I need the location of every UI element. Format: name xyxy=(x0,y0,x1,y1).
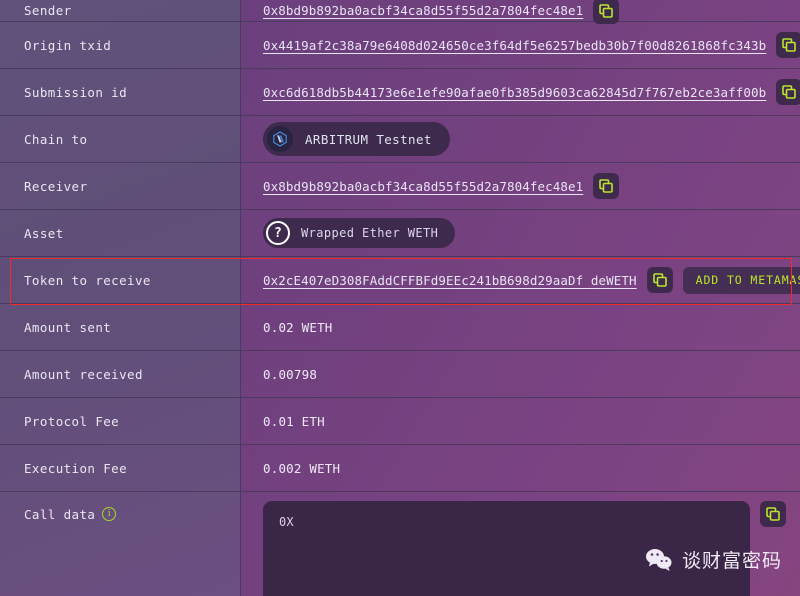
amount-received-value: 0.00798 xyxy=(263,367,317,382)
table-row-origin-txid: Origin txid 0x4419af2c38a79e6408d024650c… xyxy=(0,22,800,69)
copy-icon xyxy=(782,38,796,52)
copy-submission-id-button[interactable] xyxy=(776,79,800,105)
table-row-execution-fee: Execution Fee 0.002 WETH xyxy=(0,445,800,492)
table-row-token-to-receive: Token to receive 0x2cE407eD308FAddCFFBFd… xyxy=(0,257,800,304)
receiver-address-link[interactable]: 0x8bd9b892ba0acbf34ca8d55f55d2a7804fec48… xyxy=(263,179,583,194)
row-label-sender: Sender xyxy=(0,0,241,21)
sender-address-link[interactable]: 0x8bd9b892ba0acbf34ca8d55f55d2a7804fec48… xyxy=(263,3,583,18)
row-value-asset: ? Wrapped Ether WETH xyxy=(241,210,800,256)
asset-badge: ? Wrapped Ether WETH xyxy=(263,218,455,248)
label-text: Execution Fee xyxy=(24,461,127,476)
chain-badge: ARBITRUM Testnet xyxy=(263,122,450,156)
row-label-call-data: Call data i xyxy=(0,492,241,596)
origin-txid-link[interactable]: 0x4419af2c38a79e6408d024650ce3f64df5e625… xyxy=(263,38,766,53)
row-value-sender: 0x8bd9b892ba0acbf34ca8d55f55d2a7804fec48… xyxy=(241,0,800,21)
label-text: Sender xyxy=(24,3,72,18)
copy-icon xyxy=(766,507,780,521)
table-row-amount-received: Amount received 0.00798 xyxy=(0,351,800,398)
row-label-submission-id: Submission id xyxy=(0,69,241,115)
copy-icon xyxy=(599,4,613,18)
arbitrum-logo-icon xyxy=(267,126,293,152)
row-label-receiver: Receiver xyxy=(0,163,241,209)
copy-icon xyxy=(653,273,667,287)
row-label-amount-received: Amount received xyxy=(0,351,241,397)
table-row-amount-sent: Amount sent 0.02 WETH xyxy=(0,304,800,351)
row-value-call-data: 0X xyxy=(241,492,800,596)
row-value-token-to-receive: 0x2cE407eD308FAddCFFBFd9EEc241bB698d29aa… xyxy=(241,257,800,303)
label-text: Asset xyxy=(24,226,64,241)
table-row-receiver: Receiver 0x8bd9b892ba0acbf34ca8d55f55d2a… xyxy=(0,163,800,210)
copy-token-address-button[interactable] xyxy=(647,267,673,293)
protocol-fee-value: 0.01 ETH xyxy=(263,414,325,429)
label-text: Chain to xyxy=(24,132,87,147)
copy-call-data-button[interactable] xyxy=(760,501,786,527)
row-value-amount-sent: 0.02 WETH xyxy=(241,304,800,350)
table-row-asset: Asset ? Wrapped Ether WETH xyxy=(0,210,800,257)
copy-receiver-button[interactable] xyxy=(593,173,619,199)
copy-origin-txid-button[interactable] xyxy=(776,32,800,58)
row-label-asset: Asset xyxy=(0,210,241,256)
chain-name-text: ARBITRUM Testnet xyxy=(305,132,432,147)
transaction-details-page: Sender 0x8bd9b892ba0acbf34ca8d55f55d2a78… xyxy=(0,0,800,596)
row-value-chain-to: ARBITRUM Testnet xyxy=(241,116,800,162)
submission-id-link[interactable]: 0xc6d618db5b44173e6e1efe90afae0fb385d960… xyxy=(263,85,766,100)
row-value-submission-id: 0xc6d618db5b44173e6e1efe90afae0fb385d960… xyxy=(241,69,800,115)
row-label-chain-to: Chain to xyxy=(0,116,241,162)
table-row-call-data: Call data i 0X xyxy=(0,492,800,596)
info-icon[interactable]: i xyxy=(102,507,116,521)
question-mark-icon: ? xyxy=(266,221,290,245)
table-row-chain-to: Chain to ARBITRUM Testnet xyxy=(0,116,800,163)
amount-sent-value: 0.02 WETH xyxy=(263,320,333,335)
row-label-protocol-fee: Protocol Fee xyxy=(0,398,241,444)
label-text: Amount received xyxy=(24,367,143,382)
row-value-amount-received: 0.00798 xyxy=(241,351,800,397)
label-text: Call data xyxy=(24,507,95,522)
label-text: Receiver xyxy=(24,179,87,194)
call-data-textarea[interactable]: 0X xyxy=(263,501,750,596)
copy-icon xyxy=(782,85,796,99)
row-label-execution-fee: Execution Fee xyxy=(0,445,241,491)
copy-sender-button[interactable] xyxy=(593,0,619,24)
row-value-protocol-fee: 0.01 ETH xyxy=(241,398,800,444)
row-value-execution-fee: 0.002 WETH xyxy=(241,445,800,491)
transaction-details-table: Sender 0x8bd9b892ba0acbf34ca8d55f55d2a78… xyxy=(0,0,800,596)
row-value-receiver: 0x8bd9b892ba0acbf34ca8d55f55d2a7804fec48… xyxy=(241,163,800,209)
label-text: Protocol Fee xyxy=(24,414,119,429)
label-text: Submission id xyxy=(24,85,127,100)
add-to-metamask-button[interactable]: ADD TO METAMASK xyxy=(683,267,800,294)
label-text: Token to receive xyxy=(24,273,151,288)
row-label-amount-sent: Amount sent xyxy=(0,304,241,350)
execution-fee-value: 0.002 WETH xyxy=(263,461,340,476)
table-row-submission-id: Submission id 0xc6d618db5b44173e6e1efe90… xyxy=(0,69,800,116)
copy-icon xyxy=(599,179,613,193)
row-value-origin-txid: 0x4419af2c38a79e6408d024650ce3f64df5e625… xyxy=(241,22,800,68)
token-address-link[interactable]: 0x2cE407eD308FAddCFFBFd9EEc241bB698d29aa… xyxy=(263,273,637,288)
table-row-sender: Sender 0x8bd9b892ba0acbf34ca8d55f55d2a78… xyxy=(0,0,800,22)
row-label-origin-txid: Origin txid xyxy=(0,22,241,68)
asset-name-text: Wrapped Ether WETH xyxy=(301,226,438,240)
arbitrum-glyph-icon xyxy=(272,131,288,147)
table-row-protocol-fee: Protocol Fee 0.01 ETH xyxy=(0,398,800,445)
row-label-token-to-receive: Token to receive xyxy=(0,257,241,303)
label-text: Amount sent xyxy=(24,320,111,335)
label-text: Origin txid xyxy=(24,38,111,53)
